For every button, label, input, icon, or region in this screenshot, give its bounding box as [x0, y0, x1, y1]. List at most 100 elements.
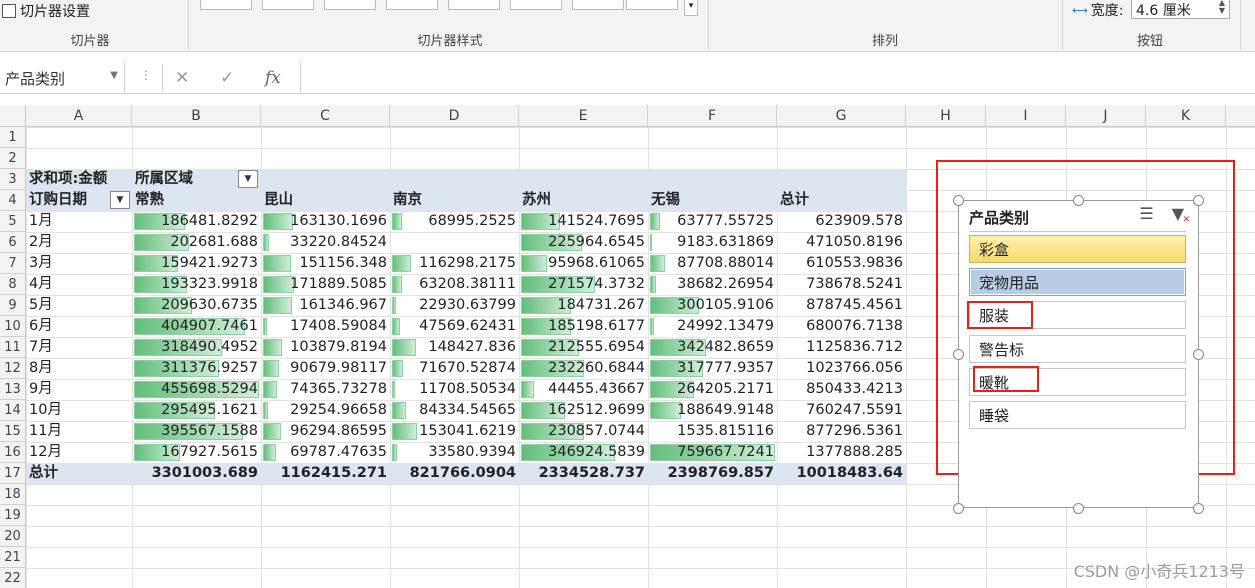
value-cell[interactable]: 232260.6844: [519, 358, 648, 379]
value-cell[interactable]: 202681.688: [132, 232, 261, 253]
grand-total-cell[interactable]: 2398769.857: [648, 463, 777, 484]
value-cell[interactable]: 1023766.056: [777, 358, 906, 379]
column-header-J[interactable]: J: [1066, 105, 1146, 127]
value-cell[interactable]: 171889.5085: [261, 274, 390, 295]
drag-handle-icon[interactable]: ⋮: [140, 68, 152, 82]
value-cell[interactable]: 63208.38111: [390, 274, 519, 295]
select-all-corner[interactable]: [0, 105, 26, 127]
row-header-3[interactable]: 3: [0, 169, 26, 190]
value-cell[interactable]: 295495.1621: [132, 400, 261, 421]
value-cell[interactable]: 311376.9257: [132, 358, 261, 379]
value-cell[interactable]: 11708.50534: [390, 379, 519, 400]
column-header-K[interactable]: K: [1146, 105, 1226, 127]
value-cell[interactable]: 209630.6735: [132, 295, 261, 316]
value-cell[interactable]: 1377888.285: [777, 442, 906, 463]
column-header-C[interactable]: C: [261, 105, 390, 127]
pivot-column-header[interactable]: 无锡: [648, 190, 777, 211]
value-cell[interactable]: 153041.6219: [390, 421, 519, 442]
row-label[interactable]: 5月: [26, 295, 132, 316]
value-cell[interactable]: 759667.7241: [648, 442, 777, 463]
row-header-2[interactable]: 2: [0, 148, 26, 169]
value-cell[interactable]: 90679.98117: [261, 358, 390, 379]
value-cell[interactable]: 162512.9699: [519, 400, 648, 421]
grand-total-cell[interactable]: 1162415.271: [261, 463, 390, 484]
value-cell[interactable]: 346924.5839: [519, 442, 648, 463]
value-cell[interactable]: 159421.9273: [132, 253, 261, 274]
slicer-item[interactable]: 宠物用品: [969, 268, 1186, 296]
value-cell[interactable]: 186481.8292: [132, 211, 261, 232]
row-header-14[interactable]: 14: [0, 400, 26, 421]
row-header-16[interactable]: 16: [0, 442, 26, 463]
cancel-icon[interactable]: ✕: [175, 68, 189, 88]
value-cell[interactable]: 38682.26954: [648, 274, 777, 295]
grand-total-label[interactable]: 总计: [26, 463, 132, 484]
formula-input[interactable]: [300, 62, 1255, 93]
row-label[interactable]: 2月: [26, 232, 132, 253]
row-label[interactable]: 3月: [26, 253, 132, 274]
column-header-H[interactable]: H: [906, 105, 986, 127]
value-cell[interactable]: 1535.815116: [648, 421, 777, 442]
column-header-A[interactable]: A: [26, 105, 132, 127]
row-label[interactable]: 8月: [26, 358, 132, 379]
row-header-1[interactable]: 1: [0, 127, 26, 148]
clear-filter-icon[interactable]: ▼: [1172, 204, 1191, 225]
row-header-12[interactable]: 12: [0, 358, 26, 379]
value-cell[interactable]: 342482.8659: [648, 337, 777, 358]
style-gallery-more-button[interactable]: ▾: [684, 0, 698, 16]
value-cell[interactable]: 300105.9106: [648, 295, 777, 316]
value-cell[interactable]: 69787.47635: [261, 442, 390, 463]
value-cell[interactable]: 760247.5591: [777, 400, 906, 421]
value-cell[interactable]: 878745.4561: [777, 295, 906, 316]
value-cell[interactable]: 22930.63799: [390, 295, 519, 316]
column-header-E[interactable]: E: [519, 105, 648, 127]
grand-total-cell[interactable]: 3301003.689: [132, 463, 261, 484]
value-cell[interactable]: 395567.1588: [132, 421, 261, 442]
value-cell[interactable]: 71670.52874: [390, 358, 519, 379]
slicer-item[interactable]: 睡袋: [969, 401, 1186, 429]
slicer-item[interactable]: 彩盒: [969, 235, 1186, 263]
value-cell[interactable]: 610553.9836: [777, 253, 906, 274]
value-cell[interactable]: 68995.2525: [390, 211, 519, 232]
column-header-F[interactable]: F: [648, 105, 777, 127]
multi-select-icon[interactable]: ☰: [1139, 204, 1153, 223]
value-cell[interactable]: 74365.73278: [261, 379, 390, 400]
row-header-18[interactable]: 18: [0, 484, 26, 505]
grand-total-cell[interactable]: 821766.0904: [390, 463, 519, 484]
value-cell[interactable]: 188649.9148: [648, 400, 777, 421]
pivot-column-header[interactable]: 南京: [390, 190, 519, 211]
value-cell[interactable]: 193323.9918: [132, 274, 261, 295]
pivot-column-header[interactable]: 昆山: [261, 190, 390, 211]
value-cell[interactable]: 1125836.712: [777, 337, 906, 358]
name-box[interactable]: 产品类别 ▼: [0, 62, 125, 93]
row-label[interactable]: 1月: [26, 211, 132, 232]
value-cell[interactable]: 184731.267: [519, 295, 648, 316]
value-cell[interactable]: 264205.2171: [648, 379, 777, 400]
resize-handle[interactable]: [953, 349, 964, 360]
row-label[interactable]: 9月: [26, 379, 132, 400]
column-header-B[interactable]: B: [132, 105, 261, 127]
value-cell[interactable]: 87708.88014: [648, 253, 777, 274]
slicer-style-swatch[interactable]: [200, 0, 252, 10]
value-cell[interactable]: 9183.631869: [648, 232, 777, 253]
value-cell[interactable]: 95968.61065: [519, 253, 648, 274]
value-cell[interactable]: 318490.4952: [132, 337, 261, 358]
slicer-style-swatch[interactable]: [626, 0, 678, 10]
slicer-style-swatch[interactable]: [262, 0, 314, 10]
slicer-item[interactable]: 警告标: [969, 335, 1186, 363]
insert-function-icon[interactable]: fx: [265, 68, 281, 88]
row-header-4[interactable]: 4: [0, 190, 26, 211]
pivot-column-header[interactable]: 总计: [777, 190, 906, 211]
value-cell[interactable]: 33580.9394: [390, 442, 519, 463]
column-header-D[interactable]: D: [390, 105, 519, 127]
row-label[interactable]: 4月: [26, 274, 132, 295]
width-spinner[interactable]: ▲ ▼: [1219, 0, 1225, 15]
resize-handle[interactable]: [1193, 349, 1204, 360]
row-header-15[interactable]: 15: [0, 421, 26, 442]
grand-total-cell[interactable]: 2334528.737: [519, 463, 648, 484]
row-label[interactable]: 11月: [26, 421, 132, 442]
grand-total-cell[interactable]: 10018483.64: [777, 463, 906, 484]
resize-handle[interactable]: [1073, 503, 1084, 514]
column-filter-button[interactable]: ▼: [238, 170, 258, 188]
pivot-value-label[interactable]: 求和项:金额: [26, 169, 132, 190]
row-header-7[interactable]: 7: [0, 253, 26, 274]
